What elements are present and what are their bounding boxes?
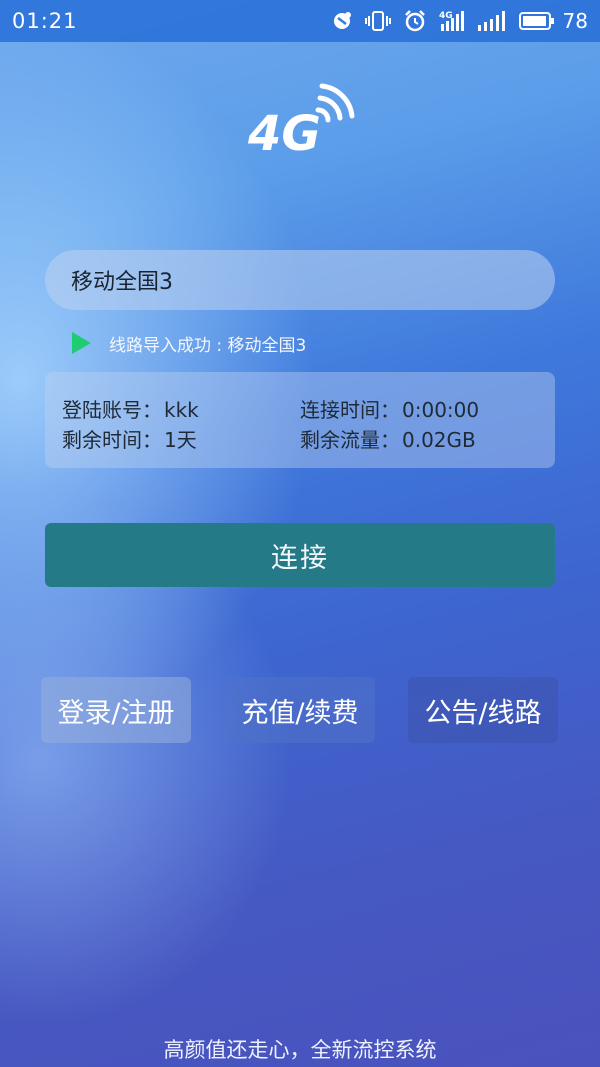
- account-info: 登陆账号： kkk: [62, 394, 199, 423]
- connect-button[interactable]: 连接: [45, 523, 555, 587]
- app-logo: 4G: [246, 82, 356, 162]
- 4g-signal-icon: 4G: [439, 9, 465, 33]
- battery-icon: [518, 11, 555, 31]
- connect-time-label: 连接时间：: [300, 398, 400, 422]
- vibrate-icon: [364, 10, 391, 32]
- remaining-time-value: 1天: [164, 428, 197, 452]
- battery-level: 78: [562, 9, 588, 33]
- login-register-label: 登录/注册: [57, 697, 175, 729]
- notice-line-button[interactable]: 公告/线路: [408, 677, 558, 743]
- account-info-panel: 登陆账号： kkk 连接时间： 0:00:00 剩余时间： 1天 剩余流量： 0.02G…: [45, 372, 555, 468]
- nfc-icon: [331, 10, 353, 32]
- line-select[interactable]: 移动全国3: [45, 250, 555, 310]
- logo-text: 4G: [247, 106, 321, 158]
- remaining-time-info: 剩余时间： 1天: [62, 424, 197, 453]
- cellular-signal-icon: [477, 10, 507, 32]
- remaining-traffic-info: 剩余流量： 0.02GB: [300, 424, 476, 453]
- import-status: 线路导入成功 : 移动全国3: [72, 330, 306, 356]
- notice-line-label: 公告/线路: [424, 697, 542, 729]
- remaining-traffic-label: 剩余流量：: [300, 428, 400, 452]
- svg-text:4G: 4G: [439, 11, 453, 21]
- alarm-icon: [403, 9, 427, 33]
- login-register-button[interactable]: 登录/注册: [41, 677, 191, 743]
- remaining-traffic-value: 0.02GB: [402, 428, 476, 452]
- connect-time-value: 0:00:00: [402, 398, 480, 422]
- connect-button-label: 连接: [271, 542, 329, 574]
- footer-slogan: 高颜值还走心，全新流控系统: [163, 1038, 437, 1062]
- account-value: kkk: [164, 398, 199, 422]
- line-select-value: 移动全国3: [71, 270, 173, 295]
- status-icons: 4G 78: [331, 9, 588, 33]
- import-status-text: 线路导入成功 : 移动全国3: [109, 335, 307, 356]
- play-icon: [72, 332, 91, 354]
- status-bar: 01:21 4G 78: [0, 0, 600, 42]
- account-label: 登陆账号：: [62, 398, 162, 422]
- connect-time-info: 连接时间： 0:00:00: [300, 394, 479, 423]
- status-time: 01:21: [12, 9, 78, 33]
- recharge-renew-button[interactable]: 充值/续费: [225, 677, 375, 743]
- remaining-time-label: 剩余时间：: [62, 428, 162, 452]
- recharge-renew-label: 充值/续费: [241, 697, 359, 729]
